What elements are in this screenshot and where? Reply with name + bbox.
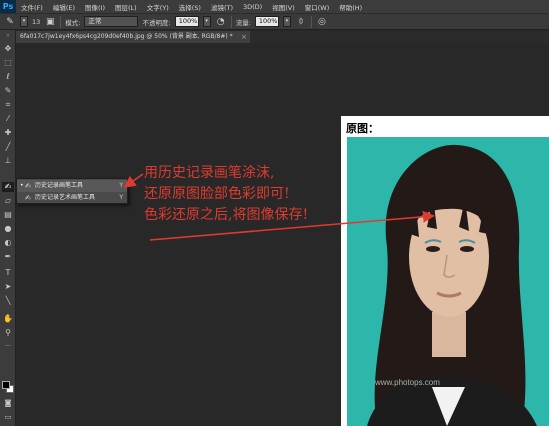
canvas-image-frame: 原图： www.photops.com xyxy=(341,116,549,426)
tutorial-annotation: 用历史记录画笔涂沫, 还原原图脸部色彩即可! 色彩还原之后,将图像保存! xyxy=(144,163,308,226)
flyout-item-label: 历史记录艺术画笔工具 xyxy=(35,194,96,201)
annotation-line: 色彩还原之后,将图像保存! xyxy=(144,207,309,223)
history-brush-flyout: • ✍ 历史记录画笔工具 Y ✍ 历史记录艺术画笔工具 Y xyxy=(16,178,128,204)
clone-stamp-tool-icon[interactable]: ⊥ xyxy=(2,156,14,166)
flow-input[interactable]: 100% xyxy=(254,16,279,27)
flyout-item-shortcut: Y xyxy=(119,194,123,201)
menu-select[interactable]: 选择(S) xyxy=(174,2,206,12)
mode-select[interactable]: 正常 xyxy=(84,16,139,27)
flow-label: 流量: xyxy=(235,18,251,27)
blur-tool-icon[interactable]: ● xyxy=(2,224,14,234)
photoshop-window: Ps 文件(F) 编辑(E) 图像(I) 图层(L) 文字(Y) 选择(S) 滤… xyxy=(0,0,549,426)
image-caption: 原图： xyxy=(346,122,379,135)
zoom-tool-icon[interactable]: ⚲ xyxy=(2,328,14,338)
eraser-tool-icon[interactable]: ▱ xyxy=(2,196,14,206)
opacity-input[interactable]: 100% xyxy=(174,16,199,27)
menu-help[interactable]: 帮助(H) xyxy=(334,2,367,12)
foreground-color-swatch[interactable] xyxy=(2,381,10,389)
quick-select-tool-icon[interactable]: ✎ xyxy=(2,86,14,96)
flyout-item-shortcut: Y xyxy=(119,182,123,189)
dodge-tool-icon[interactable]: ◐ xyxy=(2,238,14,248)
quick-mask-icon[interactable]: ◙ xyxy=(2,398,14,408)
screen-mode-icon[interactable]: ▭ xyxy=(2,412,14,422)
portrait-photo: www.photops.com xyxy=(347,137,549,426)
annotation-line: 还原原图脸部色彩即可! xyxy=(144,186,290,202)
move-tool-icon[interactable]: ✥ xyxy=(2,44,14,54)
menu-layer[interactable]: 图层(L) xyxy=(110,2,142,12)
preset-dropdown-arrow[interactable]: ▾ xyxy=(20,16,28,27)
menu-window[interactable]: 窗口(W) xyxy=(300,2,335,12)
eyedropper-tool-icon[interactable]: ⁄ xyxy=(2,114,14,124)
menu-3d[interactable]: 3D(D) xyxy=(238,3,267,11)
separator xyxy=(230,15,232,28)
hand-tool-icon[interactable]: ✋ xyxy=(2,314,14,324)
shape-tool-icon[interactable]: ╲ xyxy=(2,296,14,306)
history-brush-icon: ✍ xyxy=(25,182,31,190)
close-icon[interactable]: × xyxy=(241,31,247,43)
document-tab[interactable]: 6fa017c7jw1ey4fx6ps4cg209d0ef40b.jpg @ 5… xyxy=(16,31,250,43)
menu-view[interactable]: 视图(V) xyxy=(267,2,300,12)
pen-tool-icon[interactable]: ✒ xyxy=(2,252,14,262)
history-brush-tool-icon[interactable]: ✍ xyxy=(2,182,14,192)
menu-type[interactable]: 文字(Y) xyxy=(142,2,174,12)
flyout-item-label: 历史记录画笔工具 xyxy=(35,182,84,189)
arrow-to-flyout xyxy=(123,173,144,188)
portrait-illustration: www.photops.com xyxy=(367,144,537,426)
flow-dropdown-arrow[interactable]: ▾ xyxy=(282,16,291,27)
brush-tool-icon[interactable]: ╱ xyxy=(2,142,14,152)
menu-image[interactable]: 图像(I) xyxy=(80,2,110,12)
mode-select-value: 正常 xyxy=(88,17,102,25)
gradient-tool-icon[interactable]: ▤ xyxy=(2,210,14,220)
menu-bar: Ps 文件(F) 编辑(E) 图像(I) 图层(L) 文字(Y) 选择(S) 滤… xyxy=(0,0,549,13)
photoshop-logo-icon: Ps xyxy=(0,0,16,13)
pressure-size-icon[interactable]: ◎ xyxy=(316,16,328,28)
crop-tool-icon[interactable]: ⌗ xyxy=(2,100,14,110)
separator xyxy=(310,15,312,28)
opacity-label: 不透明度: xyxy=(142,18,171,27)
flyout-item-history-brush[interactable]: • ✍ 历史记录画笔工具 Y xyxy=(17,180,127,192)
more-tools-icon[interactable]: ··· xyxy=(2,342,14,352)
menu-file[interactable]: 文件(F) xyxy=(16,2,48,12)
menu-filter[interactable]: 滤镜(T) xyxy=(206,2,238,12)
airbrush-icon[interactable]: ᛰ xyxy=(295,16,307,28)
opacity-dropdown-arrow[interactable]: ▾ xyxy=(202,16,211,27)
menu-edit[interactable]: 编辑(E) xyxy=(48,2,80,12)
annotation-line: 用历史记录画笔涂沫, xyxy=(144,165,275,181)
brush-size-value[interactable]: 13 xyxy=(32,18,40,26)
type-tool-icon[interactable]: T xyxy=(2,268,14,278)
art-history-brush-icon: ✍ xyxy=(25,194,31,202)
mode-label: 模式: xyxy=(65,18,81,27)
lasso-tool-icon[interactable]: ℓ xyxy=(2,72,14,82)
pressure-opacity-icon[interactable]: ◔ xyxy=(215,16,227,28)
path-selection-tool-icon[interactable]: ➤ xyxy=(2,282,14,292)
separator xyxy=(60,15,62,28)
flyout-item-art-history-brush[interactable]: ✍ 历史记录艺术画笔工具 Y xyxy=(17,192,127,204)
document-tab-bar: 6fa017c7jw1ey4fx6ps4cg209d0ef40b.jpg @ 5… xyxy=(16,31,549,43)
selected-bullet-icon: • xyxy=(20,182,24,189)
tools-panel: » ✥ ⬚ ℓ ✎ ⌗ ⁄ ✚ ╱ ⊥ ✍ ▱ ▤ ● ◐ ✒ T ➤ ╲ ✋ … xyxy=(0,30,16,426)
marquee-tool-icon[interactable]: ⬚ xyxy=(2,58,14,68)
panel-collapse-icon[interactable]: » xyxy=(2,31,14,41)
healing-brush-tool-icon[interactable]: ✚ xyxy=(2,128,14,138)
photo-watermark: www.photops.com xyxy=(374,378,440,387)
history-brush-preset-icon[interactable]: ✎ xyxy=(4,16,16,28)
options-bar: ✎ ▾ 13 ▣ 模式: 正常 不透明度: 100% ▾ ◔ 流量: 100% … xyxy=(0,13,549,30)
document-tab-title: 6fa017c7jw1ey4fx6ps4cg209d0ef40b.jpg @ 5… xyxy=(20,33,233,40)
brush-panel-toggle-icon[interactable]: ▣ xyxy=(44,16,56,28)
